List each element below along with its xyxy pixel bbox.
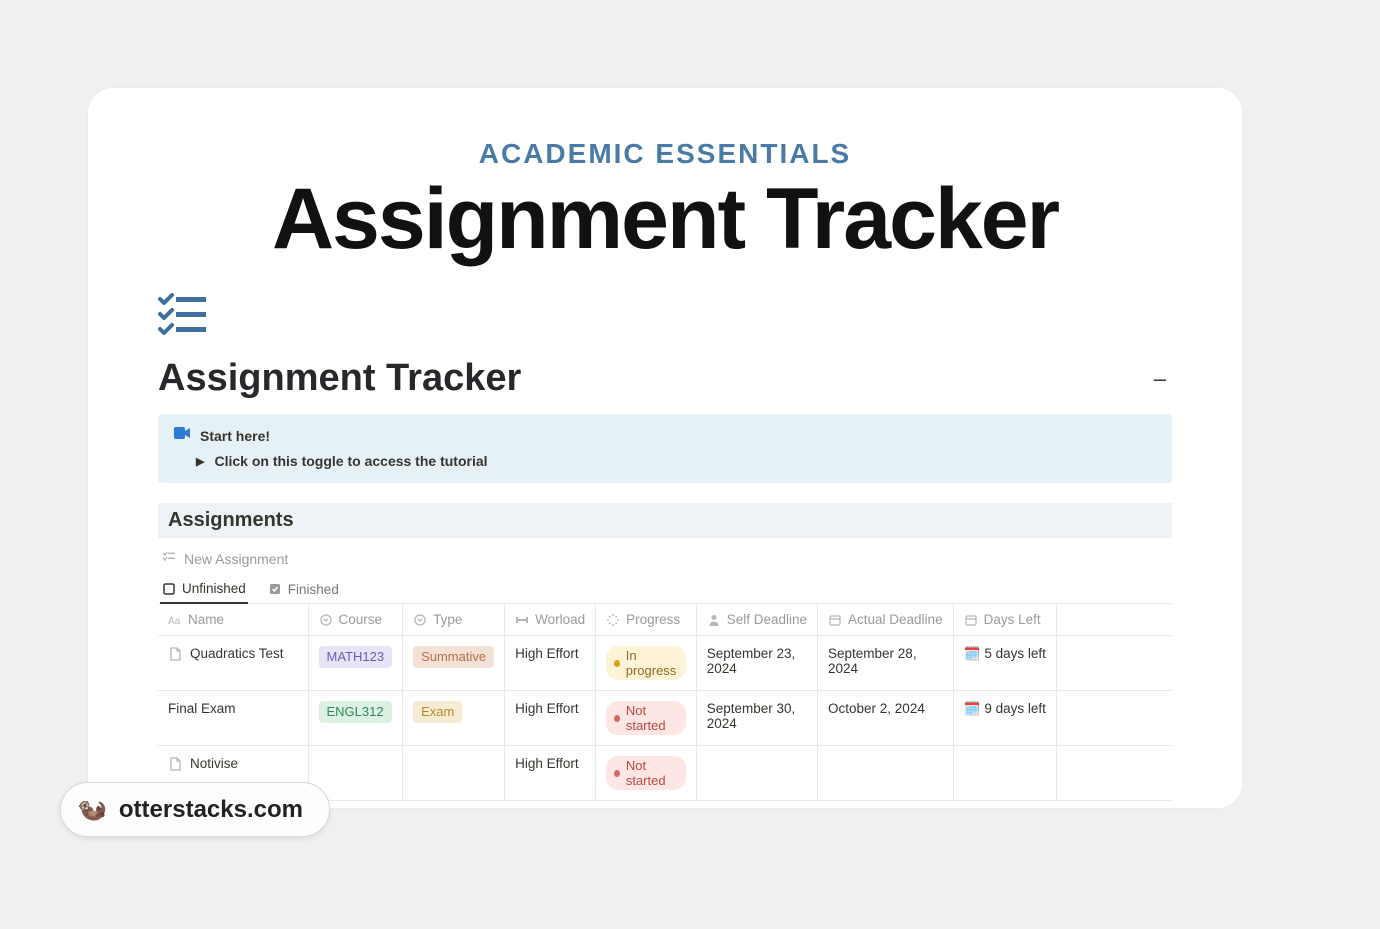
self-deadline-cell: September 30, 2024 xyxy=(696,691,817,746)
section-assignments: Assignments xyxy=(158,503,1172,538)
collapse-toggle[interactable]: – xyxy=(1148,364,1172,394)
page-icon xyxy=(168,647,182,661)
callout-start-here: Start here! ▶ Click on this toggle to ac… xyxy=(158,414,1172,483)
calendar-icon xyxy=(828,613,842,627)
callout-toggle-text: Click on this toggle to access the tutor… xyxy=(214,453,487,469)
cover: ACADEMIC ESSENTIALS Assignment Tracker xyxy=(88,88,1242,272)
row-name: Notivise xyxy=(190,756,238,771)
col-actual-deadline[interactable]: Actual Deadline xyxy=(818,604,954,636)
workload-cell: High Effort xyxy=(505,746,596,801)
loading-icon xyxy=(606,613,620,627)
self-deadline-cell: September 23, 2024 xyxy=(696,636,817,691)
app-card: ACADEMIC ESSENTIALS Assignment Tracker A… xyxy=(88,88,1242,808)
assignments-table: AaName Course Type Worload Progress Self… xyxy=(158,604,1172,801)
col-course[interactable]: Course xyxy=(308,604,403,636)
tabs: Unfinished Finished xyxy=(158,575,1172,604)
new-assignment-button[interactable]: New Assignment xyxy=(158,538,1172,575)
actual-deadline-cell: October 2, 2024 xyxy=(818,691,954,746)
watermark[interactable]: 🦦 otterstacks.com xyxy=(60,782,330,837)
table-row[interactable]: Final Exam ENGL312 Exam High Effort Not star… xyxy=(158,691,1172,746)
progress-status: Not started xyxy=(606,756,686,790)
tab-finished-label: Finished xyxy=(288,582,339,597)
row-name: Quadratics Test xyxy=(190,646,284,661)
watermark-text: otterstacks.com xyxy=(119,796,303,824)
workload-cell: High Effort xyxy=(505,636,596,691)
text-property-icon: Aa xyxy=(168,613,182,627)
select-property-icon xyxy=(319,613,333,627)
content: Assignment Tracker – Start here! ▶ Click… xyxy=(88,272,1242,808)
col-workload[interactable]: Worload xyxy=(505,604,596,636)
course-tag: ENGL312 xyxy=(319,701,392,723)
callout-toggle[interactable]: ▶ Click on this toggle to access the tut… xyxy=(196,453,1156,469)
page-title: Assignment Tracker xyxy=(158,357,521,400)
actual-deadline-cell: September 28, 2024 xyxy=(818,636,954,691)
dumbbell-icon xyxy=(515,613,529,627)
checklist-icon xyxy=(158,292,208,336)
days-left-cell: 🗓️5 days left xyxy=(953,636,1056,691)
svg-text:Aa: Aa xyxy=(168,616,181,627)
col-progress[interactable]: Progress xyxy=(596,604,697,636)
otter-icon: 🦦 xyxy=(77,795,107,824)
actual-deadline-cell xyxy=(818,746,954,801)
days-left-cell xyxy=(953,746,1056,801)
video-icon xyxy=(174,426,190,445)
cover-title: Assignment Tracker xyxy=(128,176,1202,262)
new-assignment-label: New Assignment xyxy=(184,551,288,567)
calendar-icon xyxy=(964,613,978,627)
table-header-row: AaName Course Type Worload Progress Self… xyxy=(158,604,1172,636)
self-deadline-cell xyxy=(696,746,817,801)
cover-kicker: ACADEMIC ESSENTIALS xyxy=(128,138,1202,170)
checklist-small-icon xyxy=(162,550,176,567)
progress-status: Not started xyxy=(606,701,686,735)
tab-unfinished-label: Unfinished xyxy=(182,581,246,596)
type-tag: Summative xyxy=(413,646,494,668)
row-name: Final Exam xyxy=(168,701,236,716)
table-row[interactable]: Quadratics Test MATH123 Summative High Effo… xyxy=(158,636,1172,691)
caret-right-icon: ▶ xyxy=(196,455,204,468)
progress-status: In progress xyxy=(606,646,686,680)
col-type[interactable]: Type xyxy=(403,604,505,636)
square-icon xyxy=(162,582,176,596)
type-tag: Exam xyxy=(413,701,462,723)
check-square-icon xyxy=(268,582,282,596)
days-left-cell: 🗓️9 days left xyxy=(953,691,1056,746)
select-property-icon xyxy=(413,613,427,627)
col-extra xyxy=(1056,604,1172,636)
callout-head: Start here! xyxy=(174,426,1156,445)
callout-title: Start here! xyxy=(200,428,270,444)
col-self-deadline[interactable]: Self Deadline xyxy=(696,604,817,636)
tab-finished[interactable]: Finished xyxy=(266,575,341,603)
col-name[interactable]: AaName xyxy=(158,604,308,636)
col-days-left[interactable]: Days Left xyxy=(953,604,1056,636)
workload-cell: High Effort xyxy=(505,691,596,746)
page-title-row: Assignment Tracker – xyxy=(158,357,1172,400)
course-tag: MATH123 xyxy=(319,646,393,668)
tab-unfinished[interactable]: Unfinished xyxy=(160,575,248,604)
page-icon xyxy=(168,757,182,771)
person-icon xyxy=(707,613,721,627)
